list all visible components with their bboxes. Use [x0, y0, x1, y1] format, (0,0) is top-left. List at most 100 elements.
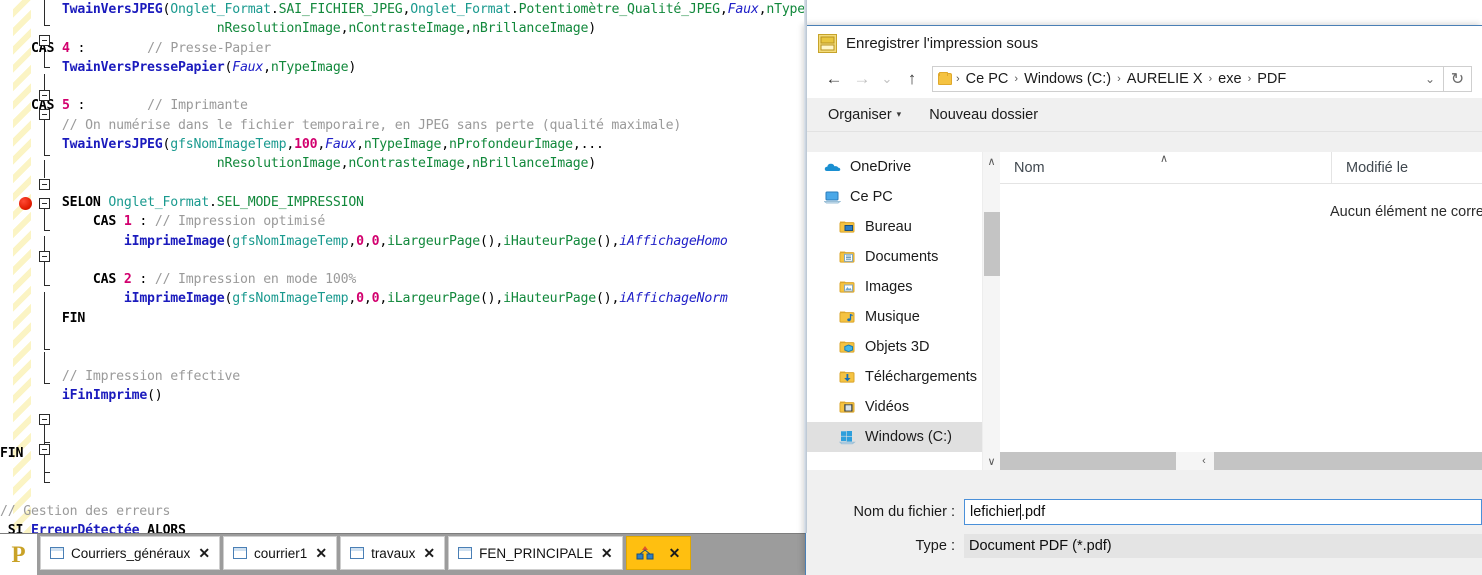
- this-pc-icon: [823, 189, 842, 205]
- close-icon[interactable]: ✕: [668, 546, 682, 560]
- fold-toggle[interactable]: [39, 198, 50, 209]
- editor-tab-bar: P Courriers_généraux ✕ courrier1 ✕ trava…: [0, 533, 807, 575]
- breadcrumb-item-aurelie-x[interactable]: AURELIE X: [1122, 71, 1208, 87]
- filename-label: Nom du fichier :: [853, 504, 955, 520]
- nav-item-objets-3d[interactable]: Objets 3D: [806, 332, 982, 362]
- pictures-folder-icon: [839, 279, 856, 295]
- hscrollbar-thumb[interactable]: [1214, 452, 1482, 470]
- breadcrumb-item-windows-c[interactable]: Windows (C:): [1019, 71, 1116, 87]
- breadcrumb[interactable]: › Ce PC › Windows (C:) › AURELIE X › exe…: [932, 66, 1444, 92]
- filename-input[interactable]: lefichier .pdf: [964, 499, 1482, 525]
- fold-toggle[interactable]: [39, 414, 50, 425]
- nav-item-images[interactable]: Images: [806, 272, 982, 302]
- tab-courriers-generaux[interactable]: Courriers_généraux ✕: [40, 536, 221, 570]
- navigation-pane-scrollbar[interactable]: ∧ ∨: [982, 152, 1000, 470]
- code-line: // Gestion des erreurs: [0, 503, 171, 519]
- code-line: CAS 2 : // Impression en mode 100%: [92, 272, 357, 288]
- nav-item-label: Documents: [865, 249, 939, 265]
- fold-toggle[interactable]: [39, 35, 50, 46]
- chevron-down-icon[interactable]: ⌄: [1419, 72, 1441, 86]
- code-line: // On numérise dans le fichier temporair…: [61, 117, 682, 133]
- scroll-down-icon[interactable]: ∨: [983, 452, 1000, 470]
- code-line: CAS 1 : // Impression optimisé: [92, 214, 326, 230]
- column-header-modified-label: Modifié le: [1346, 159, 1409, 176]
- breadcrumb-item-pdf[interactable]: PDF: [1252, 71, 1291, 87]
- filename-value-before-caret: lefichier: [970, 504, 1020, 520]
- diagram-icon: [636, 546, 654, 560]
- refresh-icon[interactable]: ↻: [1444, 66, 1472, 92]
- forward-icon[interactable]: →: [848, 65, 876, 93]
- filetype-select[interactable]: Document PDF (*.pdf): [964, 534, 1482, 558]
- tab-label: courrier1: [254, 545, 308, 561]
- window-icon: [233, 547, 248, 559]
- new-folder-button[interactable]: Nouveau dossier: [929, 107, 1038, 123]
- tab-courrier1[interactable]: courrier1 ✕: [223, 536, 338, 570]
- sort-ascending-icon: ∧: [1160, 153, 1169, 165]
- code-editor-area[interactable]: TwainVersJPEG(Onglet_Format.SAI_FICHIER_…: [0, 0, 807, 533]
- organize-button[interactable]: Organiser ▾: [828, 107, 901, 123]
- dialog-title-bar: Enregistrer l'impression sous: [806, 26, 1482, 60]
- music-folder-icon: [839, 309, 856, 325]
- windows-drive-icon: [838, 429, 856, 445]
- recent-locations-chevron-down-icon[interactable]: ⌄: [876, 65, 898, 93]
- chevron-down-icon: ▾: [896, 109, 902, 119]
- code-line: iFinImprime(): [61, 387, 163, 403]
- fold-toggle[interactable]: [39, 251, 50, 262]
- fold-toggle[interactable]: [39, 444, 50, 455]
- fold-toggle[interactable]: [39, 90, 50, 101]
- code-line: CAS 5 : // Imprimante: [30, 98, 248, 114]
- breadcrumb-item-exe[interactable]: exe: [1213, 71, 1246, 87]
- nav-item-label: Musique: [865, 309, 920, 325]
- close-icon[interactable]: ✕: [314, 546, 328, 560]
- nav-item-onedrive[interactable]: OneDrive: [806, 152, 982, 182]
- fold-toggle[interactable]: [39, 179, 50, 190]
- nav-item-label: Téléchargements: [865, 369, 978, 385]
- code-line: // Impression effective: [61, 368, 240, 384]
- nav-item-musique[interactable]: Musique: [806, 302, 982, 332]
- nav-item-documents[interactable]: Documents: [806, 242, 982, 272]
- source-code[interactable]: TwainVersJPEG(Onglet_Format.SAI_FICHIER_…: [0, 0, 807, 533]
- code-line: iImprimeImage(gfsNomImageTemp,0,0,iLarge…: [123, 233, 728, 249]
- code-line: SI ErreurDétectée ALORS: [7, 523, 186, 533]
- scrollbar-left-filler: [1000, 452, 1176, 470]
- nav-item-telechargements[interactable]: Téléchargements: [806, 362, 982, 392]
- tab-label: Courriers_généraux: [71, 545, 191, 561]
- close-icon[interactable]: ✕: [422, 546, 436, 560]
- scrollbar-thumb[interactable]: [984, 212, 1000, 276]
- filename-value-after-caret: .pdf: [1020, 504, 1046, 520]
- videos-folder-icon: [839, 399, 856, 415]
- app-logo: P: [0, 534, 37, 575]
- code-line: nResolutionImage,nContrasteImage,nBrilla…: [216, 21, 596, 37]
- close-icon[interactable]: ✕: [600, 546, 614, 560]
- nav-item-label: Objets 3D: [865, 339, 930, 355]
- close-icon[interactable]: ✕: [197, 546, 211, 560]
- nav-item-bureau[interactable]: Bureau: [806, 212, 982, 242]
- up-icon[interactable]: ↑: [898, 65, 926, 93]
- nav-item-ce-pc[interactable]: Ce PC: [806, 182, 982, 212]
- file-list-pane[interactable]: Nom ∧ Modifié le Aucun élément ne corres…: [1000, 152, 1482, 470]
- nav-item-windows-c[interactable]: Windows (C:): [806, 422, 982, 452]
- tab-travaux[interactable]: travaux ✕: [340, 536, 446, 570]
- save-print-as-dialog: Enregistrer l'impression sous ← → ⌄ ↑ › …: [805, 25, 1482, 575]
- tab-label: FEN_PRINCIPALE: [479, 545, 593, 561]
- column-header-name[interactable]: Nom ∧: [1000, 152, 1332, 183]
- filetype-row: Type : Document PDF (*.pdf): [806, 532, 1482, 560]
- dialog-navigation-bar: ← → ⌄ ↑ › Ce PC › Windows (C:) › AURELIE…: [806, 60, 1482, 98]
- nav-item-label: Windows (C:): [865, 429, 953, 445]
- breadcrumb-item-ce-pc[interactable]: Ce PC: [961, 71, 1014, 87]
- breakpoint-marker[interactable]: [19, 197, 32, 210]
- column-header-modified[interactable]: Modifié le: [1332, 152, 1482, 183]
- file-list-header: Nom ∧ Modifié le: [1000, 152, 1482, 184]
- tab-fen-principale[interactable]: FEN_PRINCIPALE ✕: [448, 536, 623, 570]
- scroll-left-icon[interactable]: ‹: [1194, 452, 1214, 470]
- tab-active-diagram[interactable]: ✕: [625, 536, 692, 570]
- code-line: TwainVersJPEG(gfsNomImageTemp,100,Faux,n…: [61, 137, 604, 153]
- back-icon[interactable]: ←: [820, 65, 848, 93]
- window-icon: [458, 547, 473, 559]
- nav-item-videos[interactable]: Vidéos: [806, 392, 982, 422]
- scroll-up-icon[interactable]: ∧: [983, 152, 1000, 170]
- file-list-horizontal-scrollbar[interactable]: ‹: [1000, 452, 1482, 470]
- fold-toggle[interactable]: [39, 109, 50, 120]
- dialog-body: OneDrive Ce PC Bureau Documents Images M…: [806, 152, 1482, 470]
